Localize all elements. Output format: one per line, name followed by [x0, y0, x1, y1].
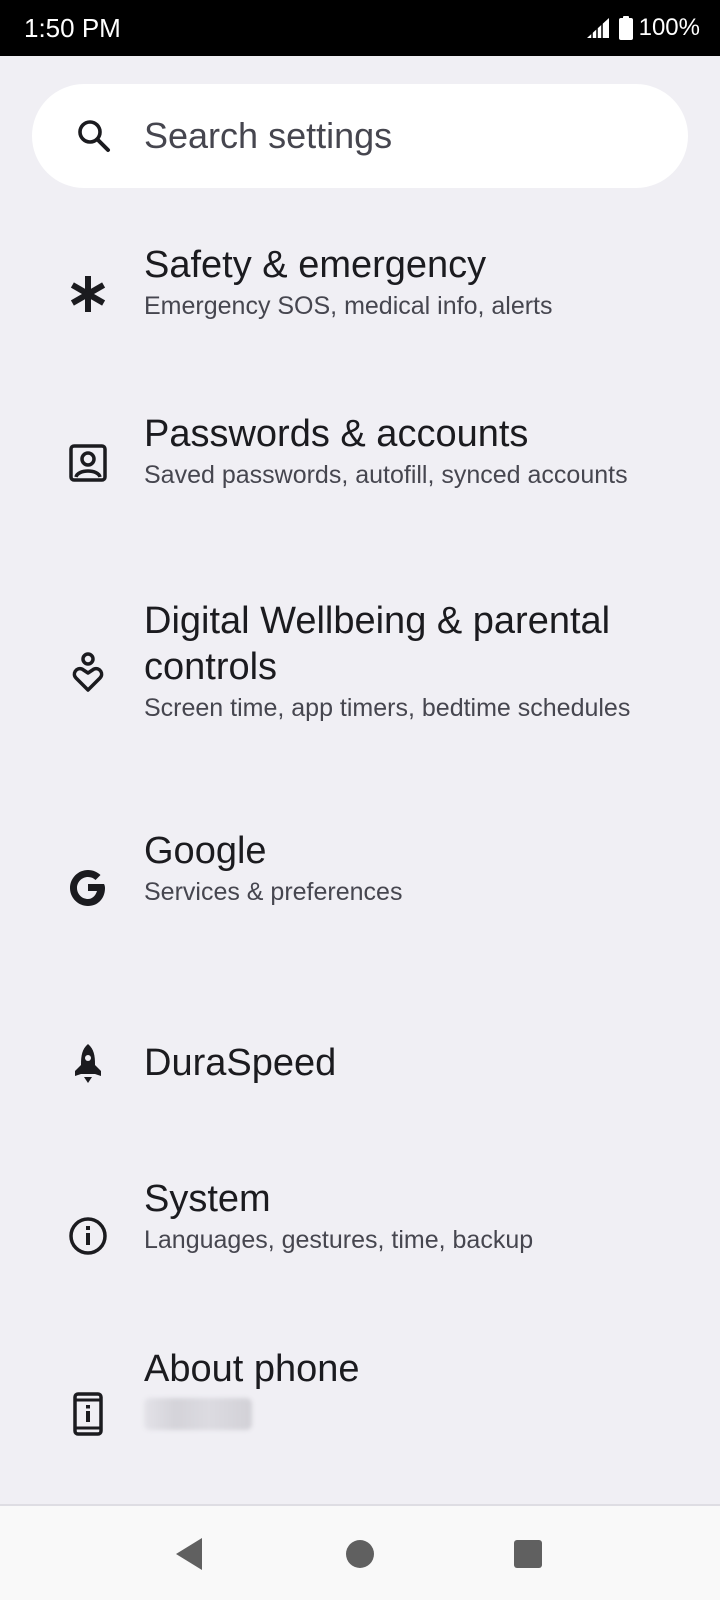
settings-item-about-phone[interactable]: About phone: [0, 1340, 720, 1470]
settings-item-system[interactable]: System Languages, gestures, time, backup: [0, 1170, 720, 1300]
settings-item-title: Google: [144, 830, 267, 872]
redacted-device-model: [144, 1398, 252, 1430]
search-placeholder: Search settings: [144, 115, 393, 156]
rocket-icon: [64, 1040, 112, 1088]
settings-item-title: Safety & emergency: [144, 244, 487, 286]
search-bar[interactable]: Search settings: [32, 84, 688, 188]
settings-item-text: Passwords & accounts Saved passwords, au…: [144, 411, 664, 491]
status-bar: 1:50 PM 100%: [0, 0, 720, 56]
phone-info-icon: [64, 1390, 112, 1438]
cell-signal-icon: [585, 16, 611, 40]
settings-item-text: Google Services & preferences: [144, 828, 664, 908]
wellbeing-icon: [64, 648, 112, 696]
status-time: 1:50 PM: [24, 13, 121, 43]
settings-item-summary: Services & preferences: [144, 878, 403, 906]
settings-item-summary: Saved passwords, autofill, synced accoun…: [144, 461, 628, 489]
battery-percentage: 100%: [638, 14, 700, 41]
google-icon: [64, 864, 112, 912]
settings-item-passwords-accounts[interactable]: Passwords & accounts Saved passwords, au…: [0, 395, 720, 555]
navigation-bar: [0, 1504, 720, 1600]
asterisk-icon: [64, 270, 112, 318]
settings-item-title: System: [144, 1178, 271, 1220]
settings-item-text: DuraSpeed: [144, 1040, 664, 1086]
settings-item-title: About phone: [144, 1348, 360, 1390]
settings-item-title: Digital Wellbeing & parental controls: [144, 600, 611, 688]
back-triangle-icon[interactable]: [170, 1534, 210, 1574]
search-icon: [76, 118, 112, 154]
home-circle-icon[interactable]: [340, 1534, 380, 1574]
battery-icon: [618, 16, 633, 40]
settings-item-title: DuraSpeed: [144, 1042, 337, 1084]
settings-item-text: Digital Wellbeing & parental controls Sc…: [144, 598, 664, 724]
status-icons: 100%: [585, 14, 700, 42]
info-icon: [64, 1212, 112, 1260]
settings-item-digital-wellbeing[interactable]: Digital Wellbeing & parental controls Sc…: [0, 592, 720, 782]
settings-item-summary: Languages, gestures, time, backup: [144, 1226, 534, 1254]
settings-item-text: Safety & emergency Emergency SOS, medica…: [144, 242, 664, 322]
recents-square-icon[interactable]: [508, 1534, 548, 1574]
settings-item-safety-emergency[interactable]: Safety & emergency Emergency SOS, medica…: [0, 232, 720, 362]
settings-item-summary: Emergency SOS, medical info, alerts: [144, 292, 553, 320]
settings-item-text: System Languages, gestures, time, backup: [144, 1176, 664, 1256]
settings-item-google[interactable]: Google Services & preferences: [0, 822, 720, 952]
account-box-icon: [64, 439, 112, 487]
settings-item-duraspeed[interactable]: DuraSpeed: [0, 1000, 720, 1130]
settings-item-summary: Screen time, app timers, bedtime schedul…: [144, 694, 631, 722]
settings-item-title: Passwords & accounts: [144, 413, 529, 455]
settings-item-text: About phone: [144, 1346, 664, 1430]
